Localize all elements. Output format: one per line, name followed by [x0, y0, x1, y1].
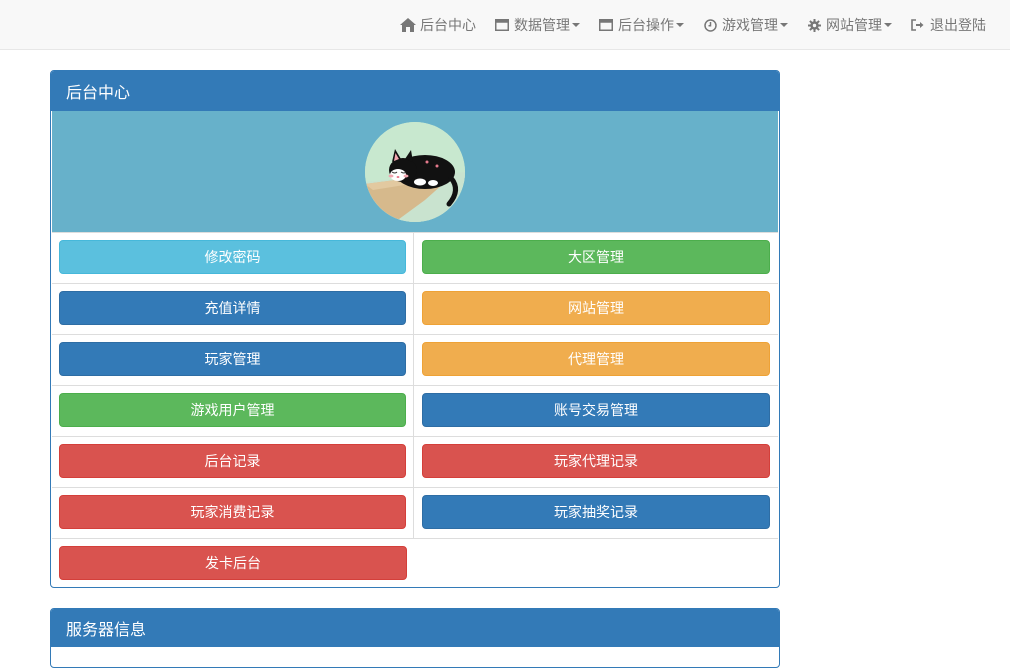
grid-cell: 发卡后台 [52, 539, 414, 587]
grid-cell: 玩家抽奖记录 [414, 488, 778, 538]
player-agent-log-button[interactable]: 玩家代理记录 [422, 444, 770, 478]
chevron-down-icon [884, 23, 892, 27]
grid-cell: 充值详情 [52, 284, 414, 334]
nav-item-label: 后台操作 [618, 18, 674, 34]
nav-item-game-management[interactable]: 游戏管理 [693, 0, 797, 50]
grid-row: 玩家消费记录 玩家抽奖记录 [52, 487, 778, 538]
grid-row: 发卡后台 [52, 538, 778, 587]
window-icon [598, 17, 614, 33]
grid-cell: 大区管理 [414, 233, 778, 283]
grid-row: 后台记录 玩家代理记录 [52, 436, 778, 487]
server-info-panel: 服务器信息 [50, 608, 780, 668]
grid-row: 修改密码 大区管理 [52, 232, 778, 283]
grid-cell: 后台记录 [52, 437, 414, 487]
nav-item-data-management[interactable]: 数据管理 [485, 0, 589, 50]
action-grid: 修改密码 大区管理 充值详情 网站管理 玩家管理 代理管理 游戏用户管理 账号交… [52, 232, 778, 587]
nav-menu: 后台中心 数据管理 后台操作 游戏管理 网站管理 退出登陆 [391, 0, 995, 50]
grid-row: 充值详情 网站管理 [52, 283, 778, 334]
sleeping-cat-avatar [365, 121, 465, 222]
chevron-down-icon [572, 23, 580, 27]
nav-item-label: 游戏管理 [722, 18, 778, 34]
recharge-details-button[interactable]: 充值详情 [59, 291, 406, 325]
site-management-button[interactable]: 网站管理 [422, 291, 770, 325]
nav-item-backend-operations[interactable]: 后台操作 [589, 0, 693, 50]
region-management-button[interactable]: 大区管理 [422, 240, 770, 274]
nav-item-label: 数据管理 [514, 18, 570, 34]
window-icon [494, 17, 510, 33]
account-trade-management-button[interactable]: 账号交易管理 [422, 393, 770, 427]
nav-item-logout[interactable]: 退出登陆 [901, 0, 995, 50]
grid-cell: 玩家代理记录 [414, 437, 778, 487]
grid-cell: 游戏用户管理 [52, 386, 414, 436]
home-icon [400, 17, 416, 33]
backend-log-button[interactable]: 后台记录 [59, 444, 406, 478]
panel-title: 服务器信息 [51, 609, 779, 647]
gear-icon [806, 17, 822, 33]
dashboard-panel: 后台中心 修改密码 大区管理 充值详情 网站管理 玩家管理 代理管理 游戏用户管… [50, 70, 780, 588]
grid-cell: 代理管理 [414, 335, 778, 385]
grid-cell: 玩家管理 [52, 335, 414, 385]
player-lottery-log-button[interactable]: 玩家抽奖记录 [422, 495, 770, 529]
grid-cell: 修改密码 [52, 233, 414, 283]
grid-cell: 账号交易管理 [414, 386, 778, 436]
nav-item-label: 退出登陆 [930, 18, 986, 34]
logout-icon [910, 17, 926, 33]
change-password-button[interactable]: 修改密码 [59, 240, 406, 274]
grid-cell: 网站管理 [414, 284, 778, 334]
grid-row: 游戏用户管理 账号交易管理 [52, 385, 778, 436]
panel-title: 后台中心 [51, 71, 779, 111]
top-navbar: 后台中心 数据管理 后台操作 游戏管理 网站管理 退出登陆 [0, 0, 1010, 50]
nav-item-label: 后台中心 [420, 18, 476, 34]
game-user-management-button[interactable]: 游戏用户管理 [59, 393, 406, 427]
grid-cell: 玩家消费记录 [52, 488, 414, 538]
avatar-banner [52, 111, 778, 232]
chevron-down-icon [676, 23, 684, 27]
nav-item-dashboard[interactable]: 后台中心 [391, 0, 485, 50]
card-issuing-backend-button[interactable]: 发卡后台 [59, 546, 407, 580]
chevron-down-icon [780, 23, 788, 27]
agent-management-button[interactable]: 代理管理 [422, 342, 770, 376]
clock-icon [702, 17, 718, 33]
grid-row: 玩家管理 代理管理 [52, 334, 778, 385]
player-spending-log-button[interactable]: 玩家消费记录 [59, 495, 406, 529]
nav-item-site-management[interactable]: 网站管理 [797, 0, 901, 50]
nav-item-label: 网站管理 [826, 18, 882, 34]
player-management-button[interactable]: 玩家管理 [59, 342, 406, 376]
